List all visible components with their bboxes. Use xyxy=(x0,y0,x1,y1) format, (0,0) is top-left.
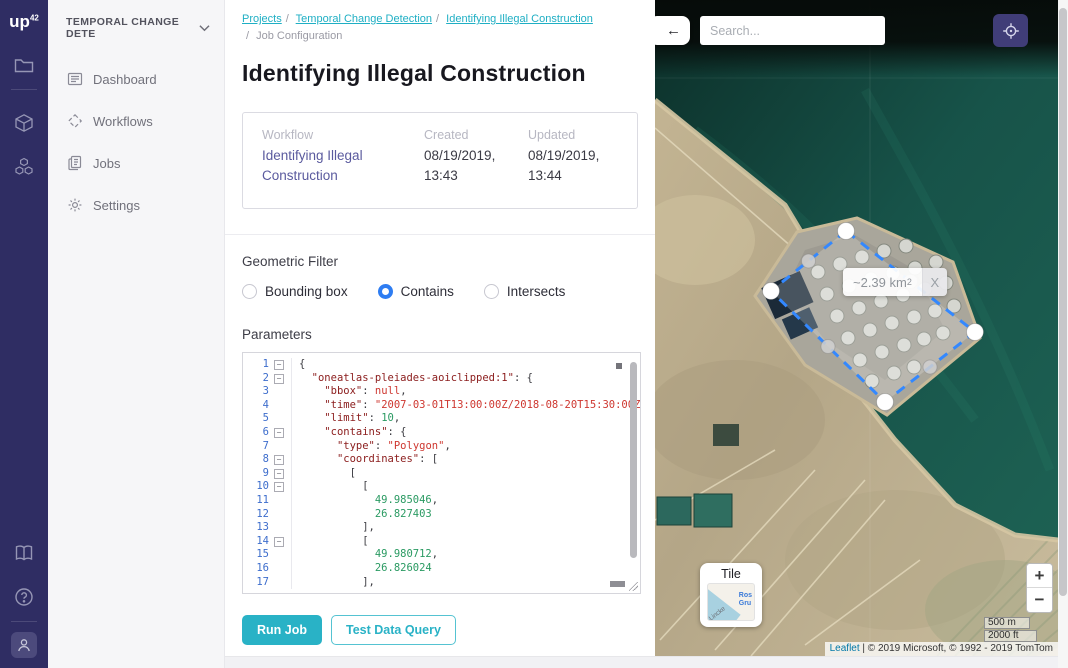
scale-bar: 500 m 2000 ft xyxy=(984,617,1037,642)
sidebar-item-workflows[interactable]: Workflows xyxy=(48,104,224,138)
breadcrumb: Projects/ Temporal Change Detection/ Ide… xyxy=(242,11,638,45)
sidebar-item-jobs[interactable]: Jobs xyxy=(48,146,224,180)
created-label: Created xyxy=(424,128,524,142)
workflow-label: Workflow xyxy=(262,128,420,142)
workflows-icon xyxy=(67,113,83,129)
radio-contains[interactable]: Contains xyxy=(378,284,454,299)
docs-book-icon[interactable] xyxy=(13,542,35,564)
area-tooltip: ~2.39 km2 X xyxy=(843,268,947,296)
updated-value: 08/19/2019, 13:44 xyxy=(528,146,610,187)
scale-metric: 500 m xyxy=(984,617,1030,629)
editor-annotation-marker xyxy=(616,363,622,369)
breadcrumb-current: Job Configuration xyxy=(256,30,342,42)
breadcrumb-link-project[interactable]: Temporal Change Detection xyxy=(296,13,432,25)
catalog-cube-icon[interactable] xyxy=(13,112,35,134)
area-value: ~2.39 km2 xyxy=(843,268,922,296)
project-selector[interactable]: TEMPORAL CHANGE DETE xyxy=(48,0,224,40)
locate-button[interactable] xyxy=(993,14,1028,47)
sidebar-item-label: Dashboard xyxy=(93,72,157,87)
tile-label: Tile xyxy=(700,567,762,581)
editor-horizontal-scrollbar[interactable] xyxy=(610,581,625,587)
created-value: 08/19/2019, 13:43 xyxy=(424,146,506,187)
project-menu: Dashboard Workflows Jobs Settings xyxy=(48,62,224,222)
editor-resize-grip[interactable] xyxy=(629,582,638,591)
json-parameters-editor[interactable]: 1{2 "oneatlas-pleiades-aoiclipped:1": {3… xyxy=(242,352,641,594)
project-sidebar: TEMPORAL CHANGE DETE Dashboard Workflows… xyxy=(48,0,225,668)
zoom-out-button[interactable]: − xyxy=(1027,588,1052,612)
sidebar-item-dashboard[interactable]: Dashboard xyxy=(48,62,224,96)
sidebar-item-label: Jobs xyxy=(93,156,120,171)
action-buttons: Run Job Test Data Query xyxy=(242,615,638,645)
rail-divider-bottom xyxy=(11,621,37,622)
map-search xyxy=(700,16,885,45)
help-icon[interactable] xyxy=(13,586,35,608)
up42-logo[interactable]: up42 xyxy=(9,12,39,32)
workflow-name-link[interactable]: Identifying Illegal Construction xyxy=(262,146,402,187)
zoom-in-button[interactable]: + xyxy=(1027,564,1052,588)
run-job-button[interactable]: Run Job xyxy=(242,615,322,645)
radio-bounding-box[interactable]: Bounding box xyxy=(242,284,348,299)
breadcrumb-link-workflow[interactable]: Identifying Illegal Construction xyxy=(446,13,593,25)
section-divider xyxy=(225,234,655,235)
page-scrollbar[interactable] xyxy=(1058,0,1068,668)
main-content: Projects/ Temporal Change Detection/ Ide… xyxy=(225,0,655,656)
breadcrumb-link-projects[interactable]: Projects xyxy=(242,13,282,25)
project-title: TEMPORAL CHANGE DETE xyxy=(66,16,199,40)
area-tooltip-close-button[interactable]: X xyxy=(922,268,947,296)
aoi-polygon-layer[interactable] xyxy=(655,0,1058,656)
editor-vertical-scrollbar[interactable] xyxy=(630,362,637,558)
map-attribution: Leaflet | © 2019 Microsoft, © 1992 - 201… xyxy=(825,642,1058,656)
sidebar-item-settings[interactable]: Settings xyxy=(48,188,224,222)
dashboard-icon xyxy=(67,71,83,87)
workflow-card: Workflow Identifying Illegal Constructio… xyxy=(242,112,638,209)
page-title: Identifying Illegal Construction xyxy=(242,60,638,87)
radio-intersects[interactable]: Intersects xyxy=(484,284,566,299)
search-input[interactable] xyxy=(700,16,885,45)
jobs-icon xyxy=(67,155,83,171)
rail-divider xyxy=(11,89,37,90)
geometric-filter-label: Geometric Filter xyxy=(242,254,638,269)
radio-dot xyxy=(242,284,257,299)
sidebar-item-label: Workflows xyxy=(93,114,153,129)
settings-icon xyxy=(67,197,83,213)
test-data-query-button[interactable]: Test Data Query xyxy=(331,615,456,645)
sidebar-item-label: Settings xyxy=(93,198,140,213)
footer-strip xyxy=(225,656,1058,668)
crosshair-icon xyxy=(1002,22,1020,40)
zoom-control: + − xyxy=(1026,563,1053,613)
account-icon[interactable] xyxy=(11,632,37,658)
radio-dot xyxy=(484,284,499,299)
back-arrow-icon: ← xyxy=(666,22,681,39)
map-back-button[interactable]: ← xyxy=(655,16,690,45)
updated-label: Updated xyxy=(528,128,628,142)
app-rail: up42 xyxy=(0,0,48,668)
tile-preview: RosGru -Lincke xyxy=(707,583,755,621)
basemap-tile-switcher[interactable]: Tile RosGru -Lincke xyxy=(700,563,762,627)
code-lines: 1{2 "oneatlas-pleiades-aoiclipped:1": {3… xyxy=(243,353,640,589)
tile-preview-text: RosGru xyxy=(739,592,752,608)
radio-dot-selected xyxy=(378,284,393,299)
projects-folder-icon[interactable] xyxy=(13,54,35,76)
page-scrollbar-thumb[interactable] xyxy=(1059,8,1067,596)
scale-imperial: 2000 ft xyxy=(984,630,1037,642)
map-panel[interactable]: ← ~2.39 km2 X Tile RosGru -Lincke + − 50… xyxy=(655,0,1058,656)
geometric-filter-options: Bounding box Contains Intersects xyxy=(242,284,638,299)
leaflet-link[interactable]: Leaflet xyxy=(830,643,860,654)
blocks-icon[interactable] xyxy=(13,156,35,178)
chevron-down-icon xyxy=(199,24,210,32)
parameters-label: Parameters xyxy=(242,327,638,342)
